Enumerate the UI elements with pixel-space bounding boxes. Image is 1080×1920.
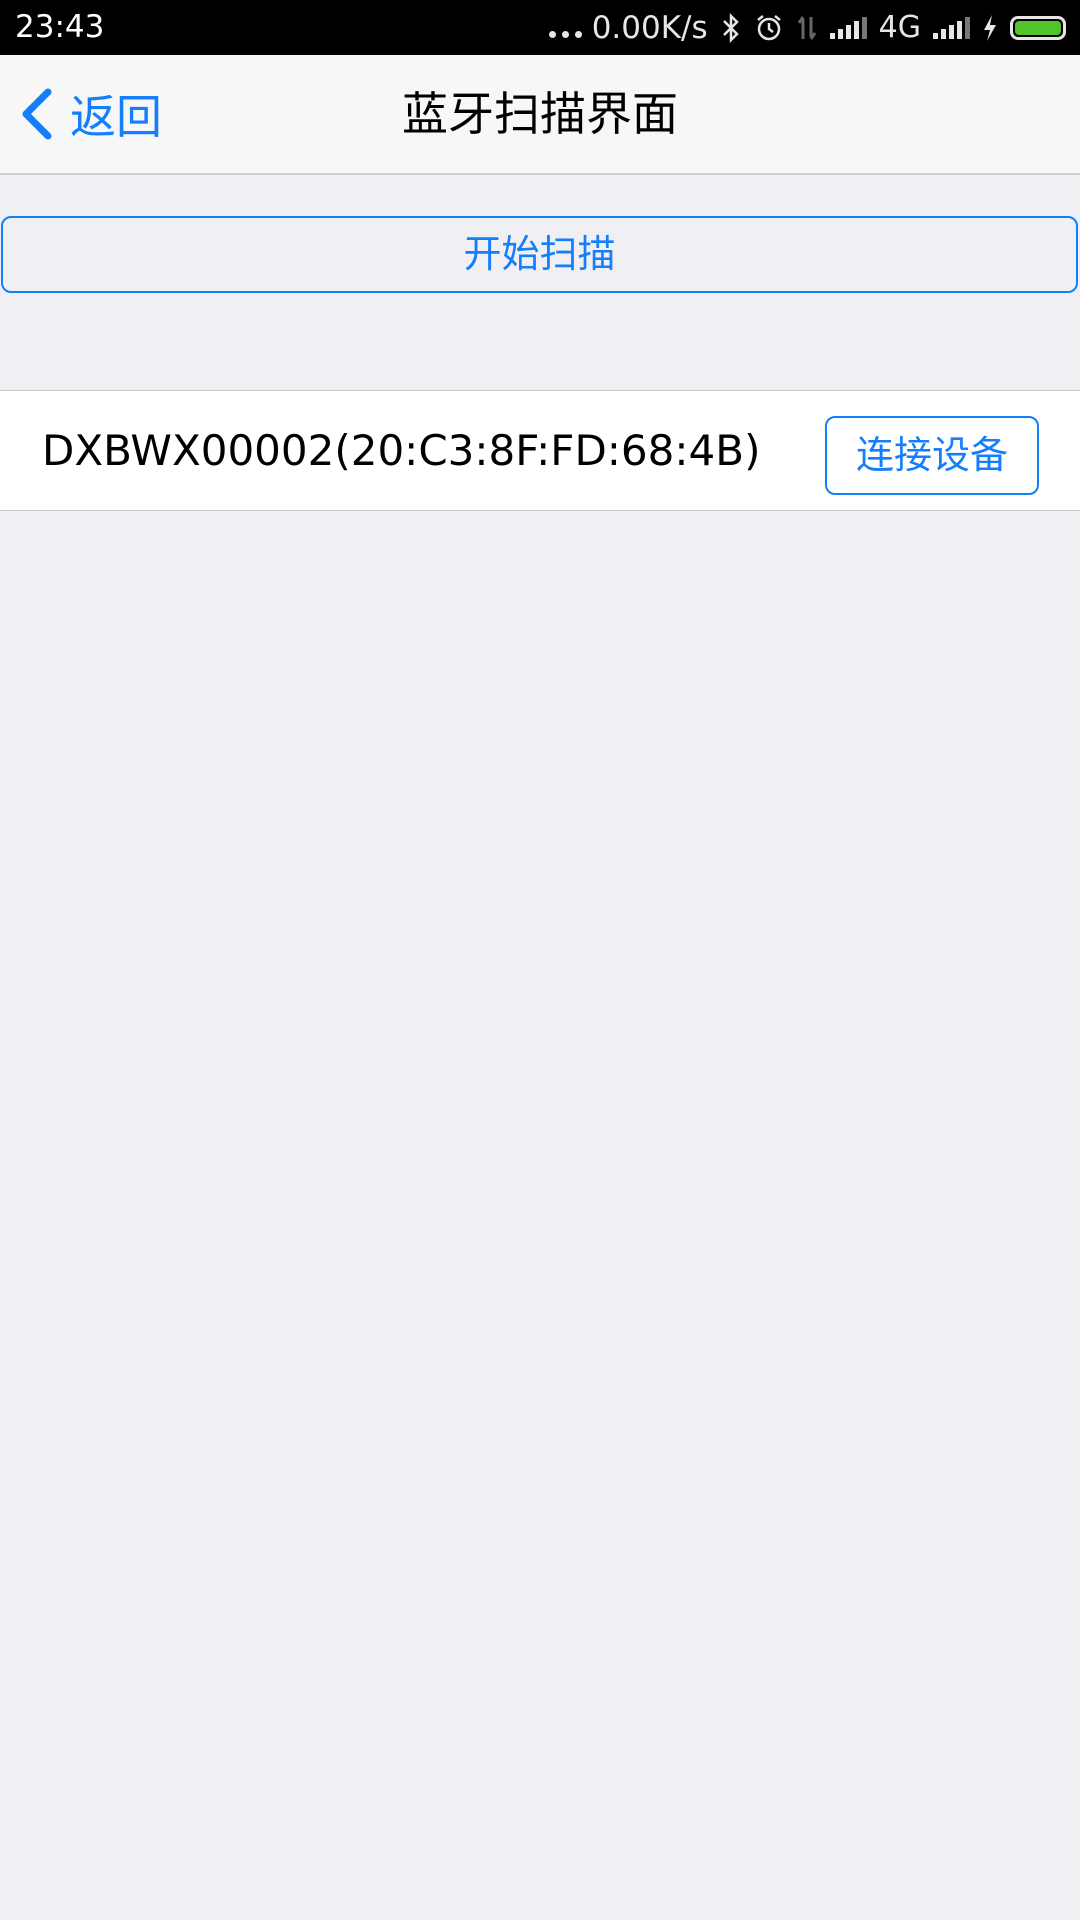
back-label: 返回 <box>70 90 162 144</box>
back-button[interactable]: 返回 <box>18 55 162 173</box>
list-item: DXBWX00002(20:C3:8F:FD:68:4B) 连接设备 <box>0 390 1080 511</box>
network-type: 4G <box>878 10 921 45</box>
data-arrows-icon <box>796 13 818 43</box>
battery-level <box>1015 20 1061 35</box>
battery-icon <box>1010 15 1066 40</box>
alarm-icon <box>754 13 784 43</box>
charging-icon <box>982 14 998 42</box>
signal-icon-2 <box>933 16 970 39</box>
bluetooth-icon <box>720 12 742 43</box>
status-icons: 0.00K/s 4G <box>548 0 1066 55</box>
device-list: DXBWX00002(20:C3:8F:FD:68:4B) 连接设备 <box>0 390 1080 511</box>
status-time: 23:43 <box>15 9 105 45</box>
net-speed: 0.00K/s <box>591 9 708 46</box>
start-scan-button[interactable]: 开始扫描 <box>1 216 1078 293</box>
page-title: 蓝牙扫描界面 <box>402 87 678 141</box>
chevron-left-icon <box>22 88 52 140</box>
more-dots-icon <box>548 17 582 38</box>
status-bar: 23:43 0.00K/s 4G <box>0 0 1080 55</box>
device-name: DXBWX00002(20:C3:8F:FD:68:4B) <box>42 426 761 475</box>
signal-icon <box>829 16 867 39</box>
connect-device-button[interactable]: 连接设备 <box>825 416 1039 495</box>
navigation-bar: 蓝牙扫描界面 返回 <box>0 55 1080 175</box>
